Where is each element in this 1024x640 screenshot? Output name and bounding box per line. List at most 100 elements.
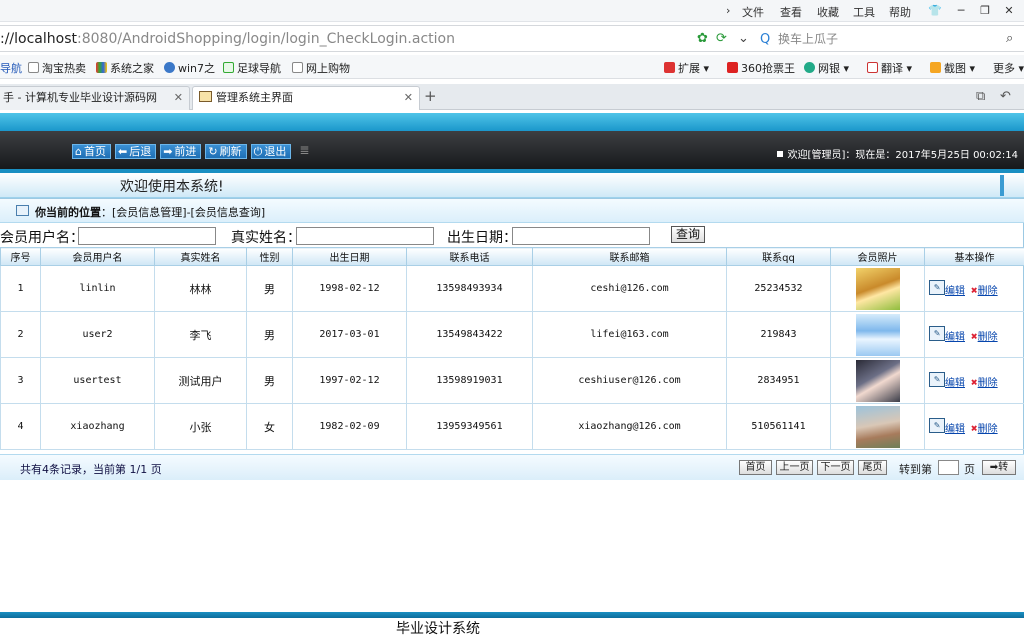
column-header[interactable]: 会员照片 (830, 247, 925, 266)
delete-icon[interactable]: ✖ (971, 284, 978, 297)
table-row[interactable]: 2 user2 李飞 男 2017-03-01 13549843422 life… (0, 311, 1024, 358)
new-tab-icon[interactable]: + (424, 87, 437, 105)
delete-icon[interactable]: ✖ (971, 376, 978, 389)
page-number-input[interactable] (938, 460, 959, 475)
delete-link[interactable]: 删除 (978, 286, 998, 297)
go-button[interactable]: ➡转 (982, 460, 1016, 475)
first-page-button[interactable]: 首页 (739, 460, 772, 475)
power-icon: ⏻ (253, 145, 263, 158)
bookmark-football[interactable]: 足球导航 (223, 60, 281, 76)
tab-bar: 手 - 计算机专业毕业设计源码网 ✕ 管理系统主界面 ✕ + ⧉ ↶ (0, 84, 1024, 110)
ticket-icon (727, 62, 738, 73)
photo-cell (830, 265, 925, 312)
restore-icon[interactable]: ❐ (974, 2, 996, 19)
prev-page-button[interactable]: 上一页 (776, 460, 813, 475)
bank-button[interactable]: 网银 ▾ (804, 60, 849, 76)
more-button[interactable]: 更多 ▾ (993, 60, 1024, 76)
nav-forward-button[interactable]: ➡ 前进 (160, 144, 202, 159)
shirt-icon[interactable]: 👕 (924, 2, 946, 19)
edit-icon[interactable]: ✎ (929, 418, 945, 433)
menu-favorites[interactable]: 收藏 (817, 4, 839, 20)
member-photo[interactable] (855, 267, 900, 310)
query-button[interactable]: 查询 (671, 226, 705, 243)
menu-view[interactable]: 查看 (780, 4, 802, 20)
delete-link[interactable]: 删除 (978, 424, 998, 435)
edit-link[interactable]: 编辑 (945, 378, 965, 389)
bookmark-win7[interactable]: win7之 (164, 60, 215, 76)
edit-icon[interactable]: ✎ (929, 326, 945, 341)
phone-cell: 13598919031 (406, 357, 533, 404)
bookmark-taobao[interactable]: 淘宝热卖 (28, 60, 86, 76)
realname-cell: 李飞 (154, 311, 247, 358)
column-header[interactable]: 联系邮箱 (532, 247, 727, 266)
column-header[interactable]: 联系电话 (406, 247, 533, 266)
table-row[interactable]: 1 linlin 林林 男 1998-02-12 13598493934 ces… (0, 265, 1024, 312)
column-header[interactable]: 出生日期 (292, 247, 407, 266)
nav-logout-button[interactable]: ⏻ 退出 (250, 144, 292, 159)
member-photo[interactable] (855, 359, 900, 402)
delete-link[interactable]: 删除 (978, 378, 998, 389)
edit-link[interactable]: 编辑 (945, 332, 965, 343)
breadcrumb-label: 你当前的位置 (35, 206, 101, 219)
edit-link[interactable]: 编辑 (945, 424, 965, 435)
goto-label: 转到第 (899, 463, 932, 476)
restore-tab-icon[interactable]: ⧉ (976, 89, 985, 104)
username-input[interactable] (78, 227, 216, 245)
nav-back-button[interactable]: ⬅ 后退 (114, 144, 157, 159)
translate-button[interactable]: 翻译 ▾ (867, 60, 912, 76)
chevron-down-icon[interactable]: ⌄ (738, 31, 749, 46)
edit-icon[interactable]: ✎ (929, 372, 945, 387)
delete-icon[interactable]: ✖ (971, 330, 978, 343)
close-tab-icon[interactable]: ✕ (404, 87, 413, 109)
column-header[interactable]: 真实姓名 (154, 247, 247, 266)
windows-icon (96, 62, 107, 73)
security-icon[interactable]: ✿ (697, 31, 708, 46)
minimize-icon[interactable]: ─ (950, 2, 972, 19)
close-tab-icon[interactable]: ✕ (174, 87, 183, 109)
search-icon[interactable]: ⌕ (1006, 31, 1013, 46)
bookmark-nav[interactable]: 导航 (0, 60, 22, 76)
menu-lines-icon[interactable]: ≣ (299, 144, 309, 159)
column-header[interactable]: 会员用户名 (40, 247, 155, 266)
address-bar[interactable]: ://localhost:8080/AndroidShopping/login/… (0, 25, 1024, 52)
tab-admin-main[interactable]: 管理系统主界面 ✕ (192, 86, 420, 110)
edit-link[interactable]: 编辑 (945, 286, 965, 297)
column-header[interactable]: 联系qq (726, 247, 831, 266)
tab-source-site[interactable]: 手 - 计算机专业毕业设计源码网 ✕ (0, 86, 190, 110)
extensions-button[interactable]: 扩展 ▾ (664, 60, 709, 76)
menu-file[interactable]: 文件 (742, 4, 764, 20)
column-header[interactable]: 基本操作 (924, 247, 1024, 266)
undo-icon[interactable]: ↶ (1000, 89, 1011, 104)
close-window-icon[interactable]: ✕ (998, 2, 1020, 19)
nav-refresh-button[interactable]: ↻ 刷新 (205, 144, 247, 159)
menu-tools[interactable]: 工具 (853, 4, 875, 20)
username-cell: linlin (40, 265, 155, 312)
translate-icon (867, 62, 878, 73)
tab-favicon-icon (199, 91, 212, 102)
member-photo[interactable] (855, 405, 900, 448)
bookmark-xitongzhijia[interactable]: 系统之家 (96, 60, 154, 76)
delete-link[interactable]: 删除 (978, 332, 998, 343)
bookmark-shopping[interactable]: 网上购物 (292, 60, 350, 76)
birth-input[interactable] (512, 227, 650, 245)
screenshot-button[interactable]: 截图 ▾ (930, 60, 975, 76)
column-header[interactable]: 性别 (246, 247, 293, 266)
browser-menubar: › 文件 查看 收藏 工具 帮助 👕 ─ ❐ ✕ (0, 0, 1024, 22)
table-row[interactable]: 4 xiaozhang 小张 女 1982-02-09 13959349561 … (0, 403, 1024, 450)
edit-icon[interactable]: ✎ (929, 280, 945, 295)
table-row[interactable]: 3 usertest 测试用户 男 1997-02-12 13598919031… (0, 357, 1024, 404)
last-page-button[interactable]: 尾页 (858, 460, 887, 475)
search-input[interactable]: Q 换车上瓜子 (756, 30, 1004, 49)
refresh-page-icon[interactable]: ⟳ (716, 31, 727, 46)
realname-input[interactable] (296, 227, 434, 245)
url-text[interactable]: ://localhost:8080/AndroidShopping/login/… (0, 31, 455, 47)
next-page-button[interactable]: 下一页 (817, 460, 854, 475)
nav-home-button[interactable]: ⌂ 首页 (72, 144, 111, 159)
chevron-right-icon[interactable]: › (726, 4, 730, 17)
member-photo[interactable] (855, 313, 900, 356)
delete-icon[interactable]: ✖ (971, 422, 978, 435)
column-header[interactable]: 序号 (0, 247, 41, 266)
ticket-button[interactable]: 360抢票王 (727, 60, 795, 76)
menu-help[interactable]: 帮助 (889, 4, 911, 20)
birth-cell: 1998-02-12 (292, 265, 407, 312)
